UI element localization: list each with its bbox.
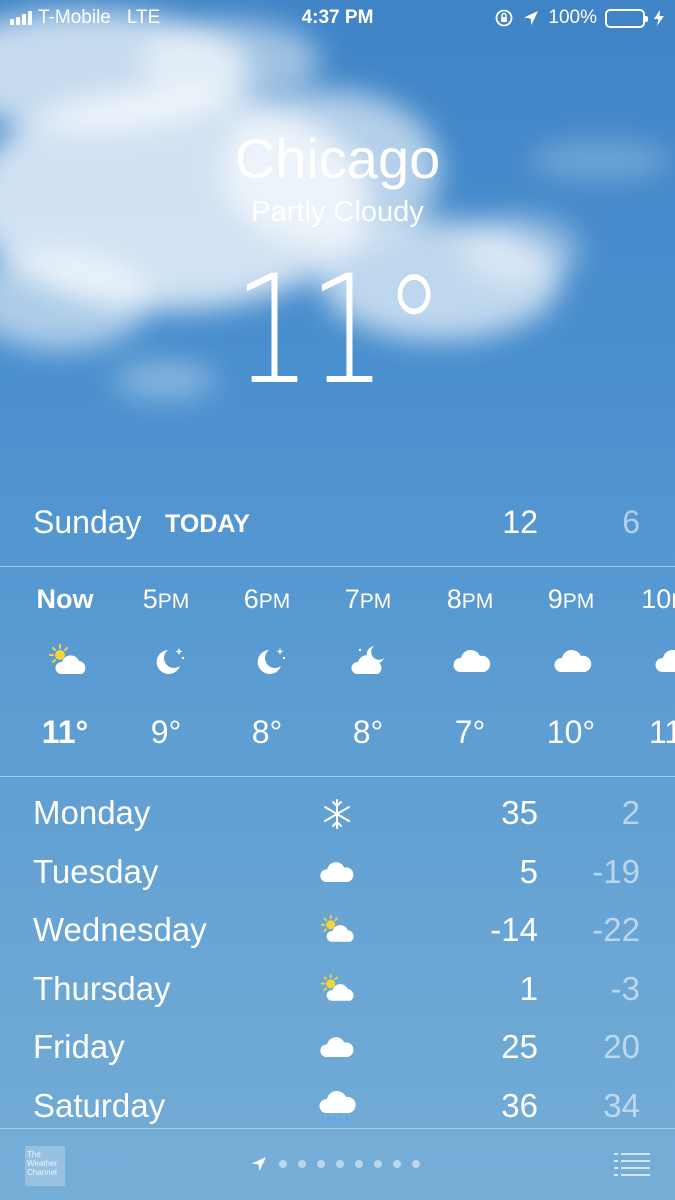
hour-temperature: 10° — [546, 714, 596, 750]
today-summary-row: Sunday TODAY 12 6 — [0, 500, 675, 544]
day-name: Thursday — [33, 969, 171, 1007]
hour-value: 6 — [243, 584, 259, 614]
day-high: 25 — [501, 1028, 538, 1065]
hour-temperature: 7° — [454, 714, 486, 750]
day-name: Wednesday — [33, 911, 207, 948]
day-low: 20 — [603, 1028, 640, 1065]
hour-suffix: PM — [157, 590, 190, 613]
page-dot[interactable] — [412, 1160, 420, 1168]
today-day-name: Sunday — [33, 504, 142, 540]
status-right: 100% — [494, 7, 665, 29]
hour-suffix: PM — [461, 590, 494, 613]
hour-value: 8 — [446, 584, 462, 614]
hour-temperature: 9° — [150, 714, 182, 750]
hour-suffix: PM — [258, 590, 291, 613]
hour-suffix: PM — [671, 590, 675, 613]
cloud-icon — [652, 642, 675, 682]
day-high: -14 — [490, 911, 538, 948]
battery-icon — [605, 8, 648, 28]
hour-value: 10 — [641, 584, 672, 614]
hour-label: 7PM — [318, 584, 418, 615]
daily-forecast-row: Friday 25 20 — [0, 1018, 675, 1077]
hour-suffix: PM — [562, 590, 595, 613]
hour-suffix: PM — [359, 590, 392, 613]
daily-forecast-list[interactable]: Monday 35 2 Tuesday 5 -19 Wednesday -14 -22 Thurs… — [0, 784, 675, 1135]
current-temperature: 11° — [233, 244, 444, 418]
daily-forecast-row: Monday 35 2 — [0, 784, 675, 843]
today-low: 6 — [622, 504, 640, 540]
partly-cloudy-day-icon — [45, 642, 89, 682]
hour-label: 8PM — [420, 584, 520, 615]
moon-stars-icon — [146, 642, 190, 682]
hour-temperature: 11° — [648, 714, 675, 750]
day-low: 34 — [603, 1086, 640, 1124]
hour-value: Now — [36, 584, 94, 614]
hour-label: Now — [15, 584, 115, 615]
daily-forecast-row: Thursday 1 -3 — [0, 960, 675, 1019]
divider-bottom — [0, 776, 675, 777]
day-high: 5 — [519, 852, 538, 890]
snowflake-icon — [317, 796, 357, 832]
day-high: 36 — [501, 1086, 538, 1124]
partly-cloudy-day-icon — [317, 972, 357, 1008]
hour-label: 5PM — [116, 584, 216, 615]
location-arrow-icon — [524, 11, 539, 25]
city-list-icon[interactable] — [614, 1153, 650, 1177]
cloud-icon — [551, 642, 595, 682]
current-location-arrow-icon — [252, 1157, 266, 1171]
daily-forecast-row: Tuesday 5 -19 — [0, 843, 675, 902]
rain-icon — [317, 1089, 357, 1125]
hour-value: 7 — [344, 584, 360, 614]
day-high: 1 — [519, 969, 538, 1007]
day-high: 35 — [501, 794, 538, 831]
day-low: -3 — [610, 969, 640, 1007]
day-low: -19 — [592, 852, 640, 890]
weather-condition: Partly Cloudy — [251, 196, 424, 228]
hour-label: 6PM — [217, 584, 317, 615]
weather-channel-logo[interactable]: The Weather Channel — [25, 1146, 65, 1186]
hour-temperature: 11° — [41, 714, 89, 750]
daily-forecast-row: Wednesday -14 -22 — [0, 901, 675, 960]
cloud-icon — [317, 855, 357, 891]
partly-cloudy-night-icon — [348, 642, 392, 682]
day-name: Saturday — [33, 1086, 166, 1124]
bottom-bar: The Weather Channel — [0, 1128, 675, 1200]
city-name: Chicago — [234, 127, 441, 190]
day-name: Tuesday — [33, 852, 159, 890]
page-dot[interactable] — [336, 1160, 344, 1168]
day-name: Friday — [33, 1028, 125, 1065]
hour-temperature: 8° — [251, 714, 283, 750]
hour-label: 10PM — [622, 584, 675, 615]
cloud-icon — [317, 1030, 357, 1066]
hour-value: 5 — [142, 584, 158, 614]
partly-cloudy-day-icon — [317, 913, 357, 949]
page-dot[interactable] — [298, 1160, 306, 1168]
rotation-lock-icon — [495, 9, 513, 27]
hour-temperature: 8° — [352, 714, 384, 750]
hourly-forecast-strip[interactable]: Now11°5PM9°6PM8°7PM8°8PM7°9PM10°10PM11° — [0, 566, 675, 776]
daily-forecast-row: Saturday 36 34 — [0, 1077, 675, 1136]
page-dot[interactable] — [355, 1160, 363, 1168]
hour-label: 9PM — [521, 584, 621, 615]
status-bar: T-Mobile LTE 4:37 PM 100% — [0, 0, 675, 36]
page-dot[interactable] — [317, 1160, 325, 1168]
day-low: 2 — [621, 794, 640, 831]
page-indicator[interactable] — [250, 1155, 420, 1173]
page-dot[interactable] — [374, 1160, 382, 1168]
day-low: -22 — [592, 911, 640, 948]
battery-percent: 100% — [548, 7, 597, 28]
today-high: 12 — [502, 504, 538, 540]
hour-value: 9 — [547, 584, 563, 614]
today-label: TODAY — [165, 510, 250, 538]
day-name: Monday — [33, 794, 151, 831]
cloud-icon — [450, 642, 494, 682]
page-dot[interactable] — [279, 1160, 287, 1168]
moon-stars-icon — [247, 642, 291, 682]
page-dot[interactable] — [393, 1160, 401, 1168]
charging-bolt-icon — [654, 10, 664, 26]
